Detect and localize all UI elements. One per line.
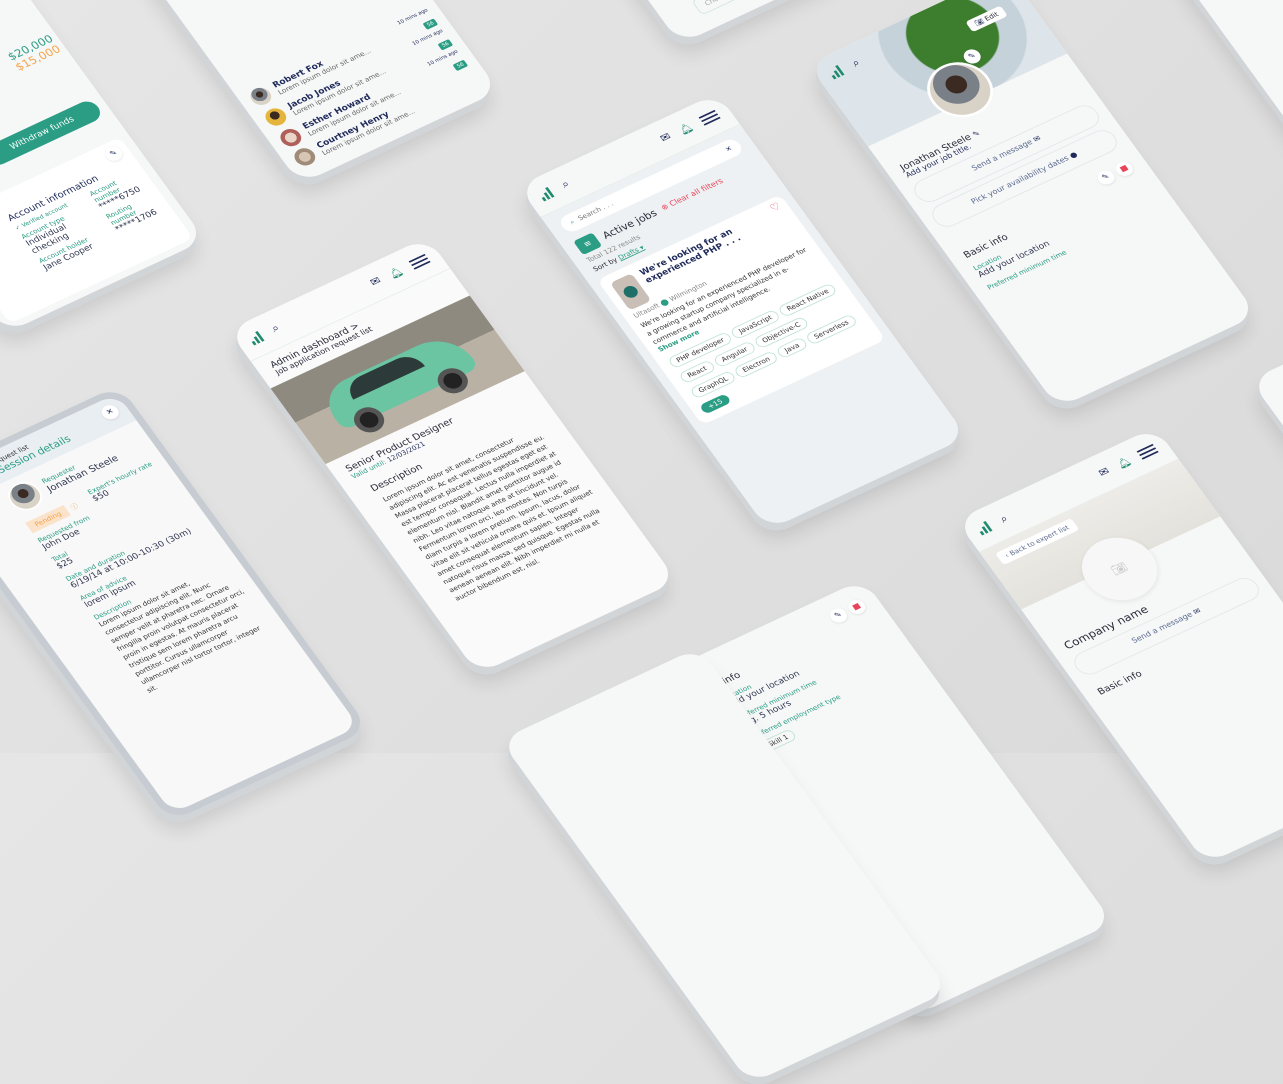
logo-bars-icon[interactable] — [537, 186, 557, 202]
logo-bars-icon[interactable] — [975, 520, 995, 536]
period-screen: Choose period — [430, 0, 879, 44]
avatar — [262, 105, 291, 128]
search-icon[interactable]: ⌕ — [849, 56, 862, 69]
menu-icon[interactable] — [408, 254, 430, 270]
search-icon[interactable]: ⌕ — [269, 322, 282, 335]
bell-icon[interactable]: 🔔︎ — [386, 265, 405, 280]
logo-bars-icon[interactable] — [827, 64, 847, 80]
avatar — [247, 85, 276, 108]
period-select[interactable]: Choose period — [691, 0, 765, 15]
avatar — [291, 145, 320, 168]
menu-icon[interactable] — [1137, 444, 1159, 460]
mail-icon: ✉ — [1192, 607, 1203, 617]
camera-icon: 📷︎ — [973, 17, 986, 27]
close-icon[interactable]: ✕ — [724, 145, 734, 154]
camera-icon: 📷︎ — [1109, 560, 1131, 578]
calendar-icon: ● — [1068, 151, 1079, 161]
mail-icon[interactable]: ✉ — [1096, 465, 1112, 479]
menu-icon[interactable] — [698, 110, 720, 126]
more-tags-badge[interactable]: +15 — [699, 393, 732, 414]
search-icon: ⌕ — [568, 218, 577, 227]
search-icon[interactable]: ⌕ — [559, 178, 572, 191]
unread-badge: 56 — [423, 18, 438, 29]
unread-badge: 56 — [453, 60, 468, 71]
logo-bars-icon[interactable] — [247, 330, 267, 346]
wallet-screen: $20,000 $15,000 3% Withdraw funds ✎ Acco… — [0, 0, 205, 333]
session-details-screen: request list Session details ✕ Requester… — [0, 385, 369, 822]
tag-chip[interactable]: Serverless — [805, 314, 859, 346]
search-icon[interactable]: ⌕ — [997, 512, 1010, 525]
info-icon[interactable]: ⓘ — [69, 502, 80, 511]
mail-icon[interactable]: ✉ — [658, 131, 674, 145]
mail-icon[interactable]: ✉ — [368, 275, 384, 289]
unread-badge: 56 — [438, 39, 453, 50]
avatar — [277, 126, 306, 149]
bell-icon[interactable]: 🔔︎ — [676, 121, 695, 136]
mail-icon: ✉ — [1032, 135, 1043, 145]
bell-icon[interactable]: 🔔︎ — [1114, 455, 1133, 470]
